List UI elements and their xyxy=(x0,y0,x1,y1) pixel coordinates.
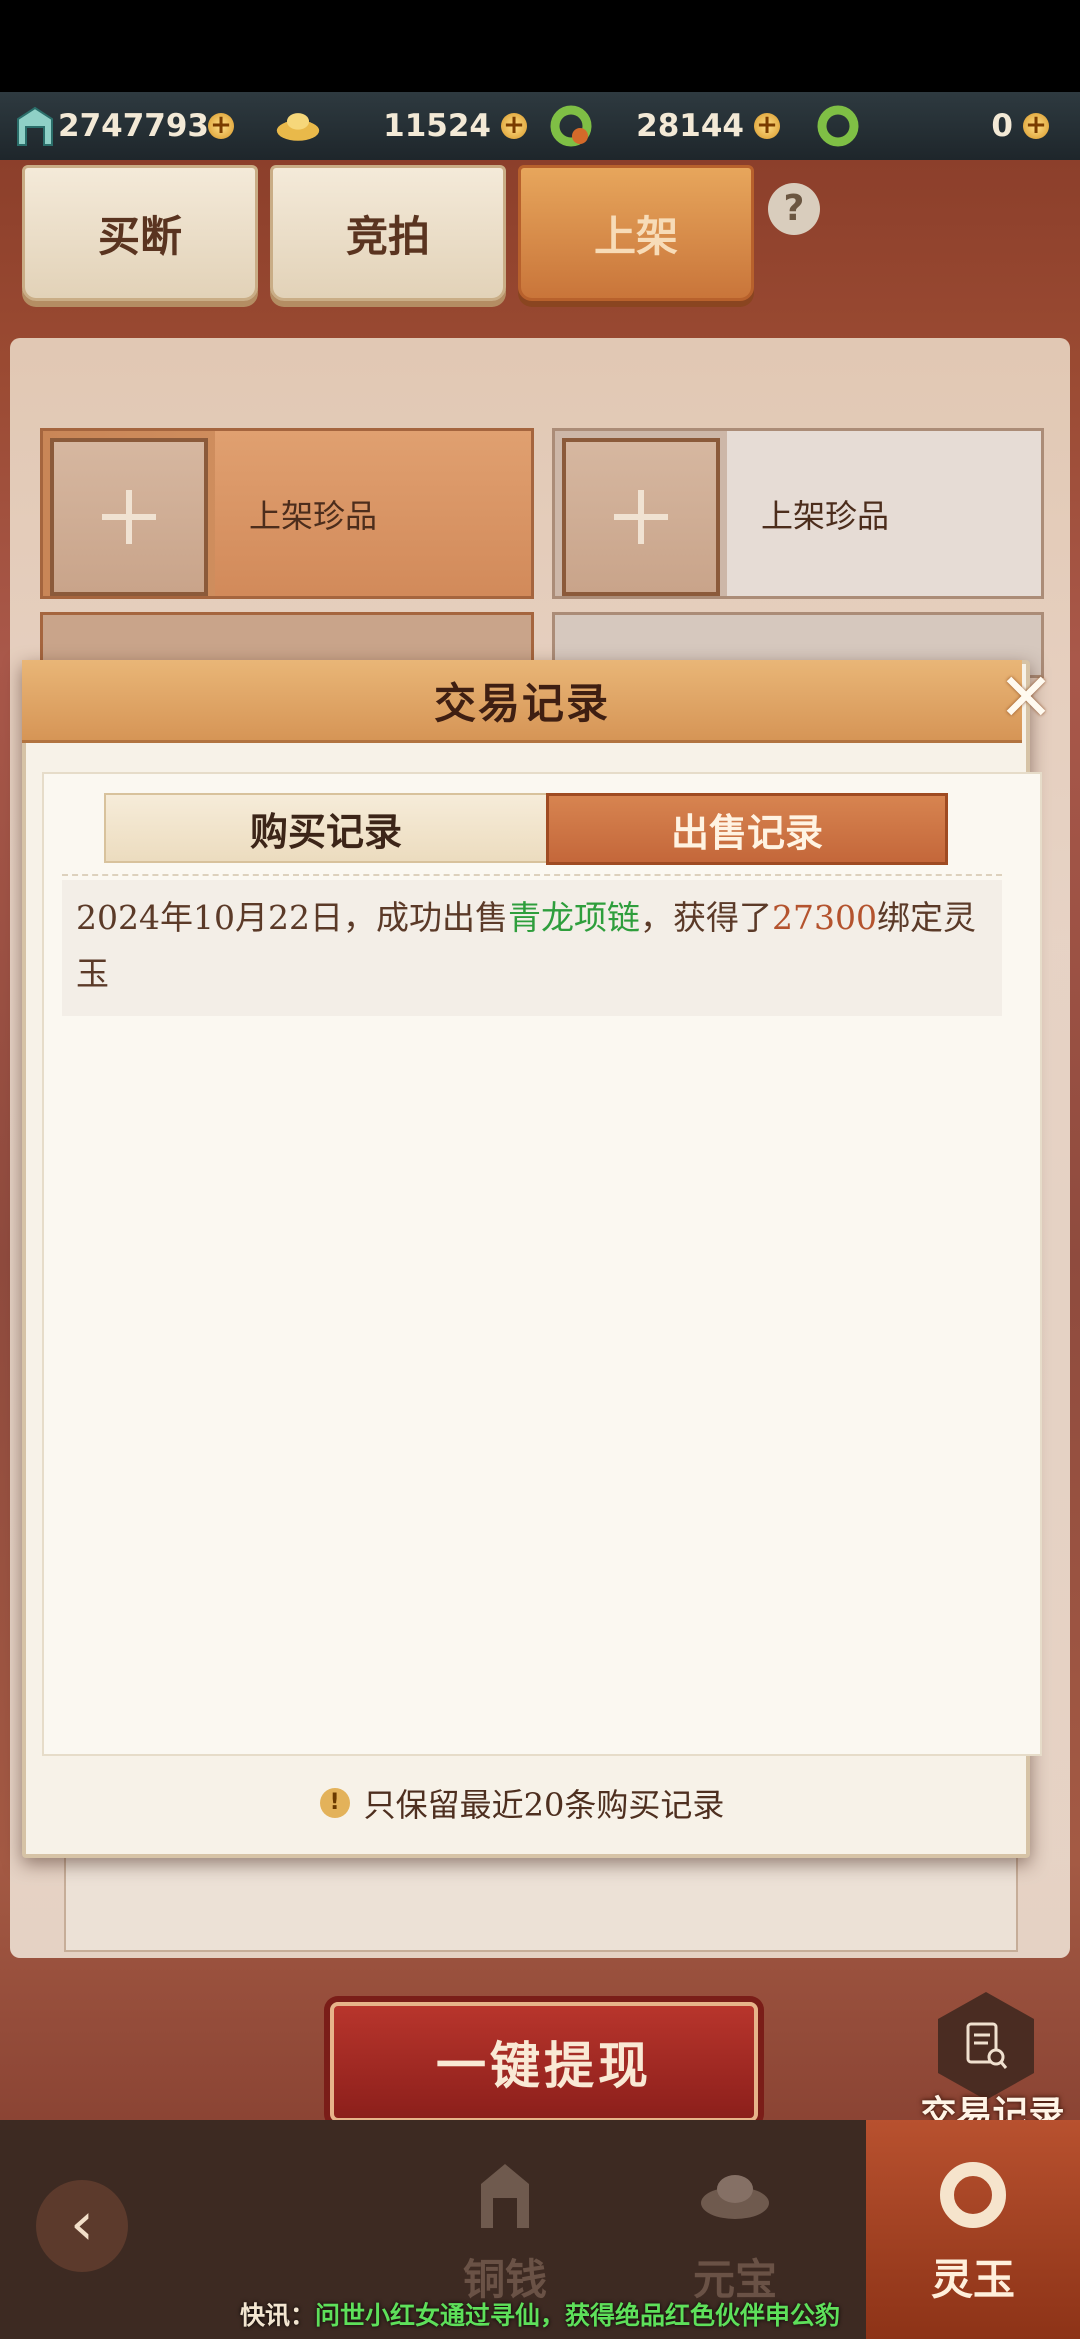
listing-slot-1[interactable]: 上架珍品 xyxy=(40,428,534,599)
news-ticker: 快讯：问世小红女通过寻仙，获得绝品红色伙伴申公豹 xyxy=(239,2301,841,2330)
gold-ingot-icon xyxy=(690,2150,780,2240)
tab-list[interactable]: 上架 xyxy=(518,165,754,301)
listing-slot-2[interactable]: 上架珍品 xyxy=(552,428,1044,599)
currency-copper: 2747793 + xyxy=(12,92,260,160)
back-arrow-icon[interactable]: ‹ xyxy=(36,2180,128,2272)
gold-ingot-icon xyxy=(275,103,321,149)
add-jade-button[interactable]: + xyxy=(1023,112,1049,139)
slot-label: 上架珍品 xyxy=(215,431,531,596)
tab-buyout[interactable]: 买断 xyxy=(22,165,258,301)
record-text: 2024年10月22日，成功出售青龙项链，获得了27300绑定灵玉 xyxy=(76,898,976,993)
add-bound-jade-button[interactable]: + xyxy=(754,112,780,139)
status-bar xyxy=(0,0,1080,92)
record-limit-note: ! 只保留最近20条购买记录 xyxy=(22,1772,1022,1834)
bound-jade-ring-icon xyxy=(548,103,594,149)
add-ingot-button[interactable]: + xyxy=(501,112,527,139)
alert-icon: ! xyxy=(319,1788,350,1818)
currency-jade: 0 + xyxy=(815,92,1065,160)
jade-ring-icon xyxy=(928,2150,1018,2240)
withdraw-all-button[interactable]: 一键提现 xyxy=(330,2002,758,2122)
dialog-title: 交易记录 xyxy=(22,660,1022,743)
listing-panel-footer xyxy=(64,1850,1018,1952)
slot-label: 上架珍品 xyxy=(727,431,1041,596)
jade-ring-icon xyxy=(815,103,861,149)
divider xyxy=(62,874,1002,876)
help-icon[interactable]: ? xyxy=(768,183,820,235)
document-search-icon xyxy=(966,2022,1008,2069)
tab-auction[interactable]: 竞拍 xyxy=(270,165,506,301)
tab-purchase-records[interactable]: 购买记录 xyxy=(104,793,548,863)
currency-bar: 2747793 + 11524 + 28144 + 0 + xyxy=(0,92,1080,162)
tab-sale-records[interactable]: 出售记录 xyxy=(546,793,948,865)
close-icon[interactable]: ✕ xyxy=(995,665,1057,731)
add-copper-button[interactable]: + xyxy=(208,112,234,139)
copper-gate-icon xyxy=(460,2150,550,2240)
add-icon xyxy=(562,438,720,596)
currency-bound-jade: 28144 + xyxy=(548,92,798,160)
add-icon xyxy=(50,438,208,596)
currency-ingot: 11524 + xyxy=(275,92,535,160)
copper-gate-icon xyxy=(12,103,58,149)
